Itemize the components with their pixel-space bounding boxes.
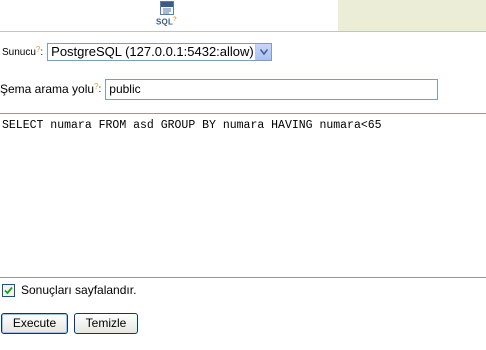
server-select[interactable]: PostgreSQL (127.0.0.1:5432:allow) bbox=[47, 43, 273, 61]
divider bbox=[0, 31, 486, 32]
tab-sql[interactable]: SQL? bbox=[0, 0, 338, 31]
schema-row: Şema arama yolu ? : public bbox=[0, 78, 439, 100]
chevron-down-icon[interactable] bbox=[255, 44, 272, 60]
execute-button[interactable]: Execute bbox=[1, 313, 68, 334]
paginate-row: Sonuçları sayfalandır. bbox=[2, 282, 136, 298]
paginate-checkbox[interactable] bbox=[2, 283, 15, 297]
schema-help-mark[interactable]: ? bbox=[94, 82, 98, 91]
tab-empty bbox=[338, 0, 486, 31]
schema-input[interactable]: public bbox=[105, 78, 439, 100]
sql-query-textarea[interactable]: SELECT numara FROM asd GROUP BY numara H… bbox=[0, 113, 486, 278]
schema-label: Şema arama yolu bbox=[0, 82, 95, 96]
sql-query-text: SELECT numara FROM asd GROUP BY numara H… bbox=[2, 119, 382, 132]
server-select-value: PostgreSQL (127.0.0.1:5432:allow) bbox=[51, 44, 254, 59]
server-help-mark[interactable]: ? bbox=[36, 45, 40, 54]
sql-icon bbox=[160, 1, 174, 15]
server-colon: : bbox=[40, 46, 44, 58]
tab-bar: SQL? bbox=[0, 0, 486, 31]
server-label: Sunucu bbox=[2, 46, 36, 58]
paginate-label: Sonuçları sayfalandır. bbox=[21, 283, 137, 297]
server-row: Sunucu ? : PostgreSQL (127.0.0.1:5432:al… bbox=[2, 42, 273, 62]
tab-sql-label: SQL? bbox=[156, 17, 177, 27]
check-icon bbox=[4, 286, 13, 294]
clear-button[interactable]: Temizle bbox=[74, 313, 138, 334]
